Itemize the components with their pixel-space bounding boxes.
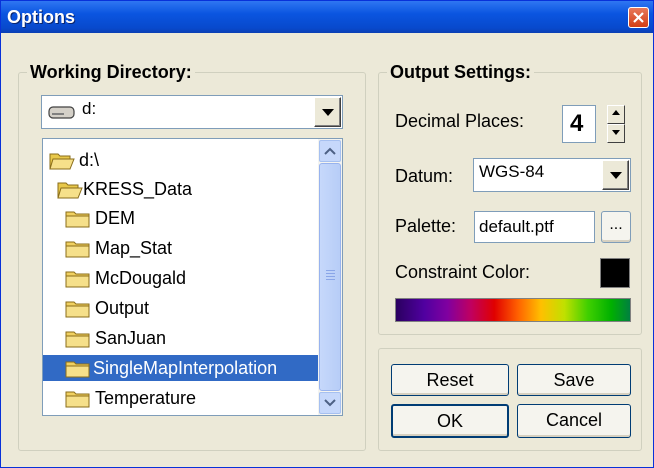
drive-select[interactable]: d:: [41, 95, 343, 129]
palette-value: default.ptf: [479, 217, 554, 236]
save-button[interactable]: Save: [517, 364, 631, 396]
datum-value: WGS-84: [479, 162, 545, 181]
window-title: Options: [7, 7, 75, 27]
palette-gradient-preview: [395, 298, 631, 322]
vertical-scrollbar[interactable]: [318, 139, 342, 415]
working-directory-title: Working Directory:: [27, 61, 195, 83]
constraint-color-label: Constraint Color:: [395, 262, 531, 282]
tree-item-label: d:\: [79, 150, 100, 170]
folder-icon: [65, 241, 90, 258]
scroll-down-button[interactable]: [319, 392, 341, 414]
close-icon: [633, 12, 644, 23]
spin-down-button[interactable]: [607, 124, 625, 143]
folder-icon: [65, 391, 90, 408]
options-dialog: Options Working Directory: d: d:\ KRESS_…: [0, 0, 654, 468]
ok-button[interactable]: OK: [391, 404, 509, 438]
output-settings-title: Output Settings:: [387, 61, 534, 83]
tree-item-label: DEM: [95, 208, 135, 228]
datum-label: Datum:: [395, 166, 454, 186]
folder-icon: [65, 211, 90, 228]
reset-button[interactable]: Reset: [391, 364, 509, 396]
scroll-up-button[interactable]: [319, 140, 341, 162]
palette-input[interactable]: default.ptf: [474, 211, 595, 243]
tree-item-label: Output: [95, 298, 150, 318]
chevron-down-icon: [324, 399, 336, 407]
spin-up-button[interactable]: [607, 105, 625, 124]
arrow-down-icon: [612, 130, 620, 135]
drive-icon: [48, 106, 75, 119]
open-folder-icon: [57, 182, 83, 199]
open-folder-icon: [49, 153, 75, 170]
close-button[interactable]: [628, 7, 649, 28]
tree-item-label: Map_Stat: [95, 238, 173, 258]
decimal-places-label: Decimal Places:: [395, 111, 525, 131]
tree-item-label: SingleMapInterpolation: [93, 357, 319, 380]
palette-label: Palette:: [395, 216, 457, 236]
title-bar[interactable]: Options: [1, 1, 653, 33]
decimal-places-input[interactable]: 4: [562, 105, 596, 143]
chevron-down-icon: [322, 109, 334, 116]
arrow-up-icon: [612, 110, 620, 115]
palette-browse-button[interactable]: ...: [601, 211, 631, 243]
scroll-thumb[interactable]: [319, 163, 341, 391]
folder-icon: [65, 301, 90, 318]
folder-icon: [65, 331, 90, 348]
drive-value: d:: [82, 99, 97, 118]
decimal-places-value: 4: [570, 110, 584, 137]
tree-item-label: McDougald: [95, 268, 187, 288]
grip-line: [326, 270, 335, 271]
cancel-button[interactable]: Cancel: [517, 404, 631, 438]
chevron-up-icon: [324, 147, 336, 155]
tree-item-label: SanJuan: [95, 328, 167, 348]
drive-dropdown-button[interactable]: [314, 97, 341, 127]
folder-icon: [65, 271, 90, 288]
constraint-color-swatch[interactable]: [600, 258, 630, 288]
tree-item-label: KRESS_Data: [83, 179, 193, 199]
grip-line: [326, 279, 335, 280]
chevron-down-icon: [610, 172, 622, 179]
datum-dropdown-button[interactable]: [602, 160, 629, 190]
datum-select[interactable]: WGS-84: [473, 158, 631, 192]
grip-line: [326, 276, 335, 277]
folder-icon: [65, 361, 90, 378]
directory-tree[interactable]: d:\ KRESS_Data DEM Map_Stat McDougald Ou…: [42, 138, 343, 416]
tree-item-label: Temperature: [95, 388, 197, 408]
grip-line: [326, 273, 335, 274]
tree-item-singlemapinterpolation[interactable]: SingleMapInterpolation: [43, 355, 319, 381]
